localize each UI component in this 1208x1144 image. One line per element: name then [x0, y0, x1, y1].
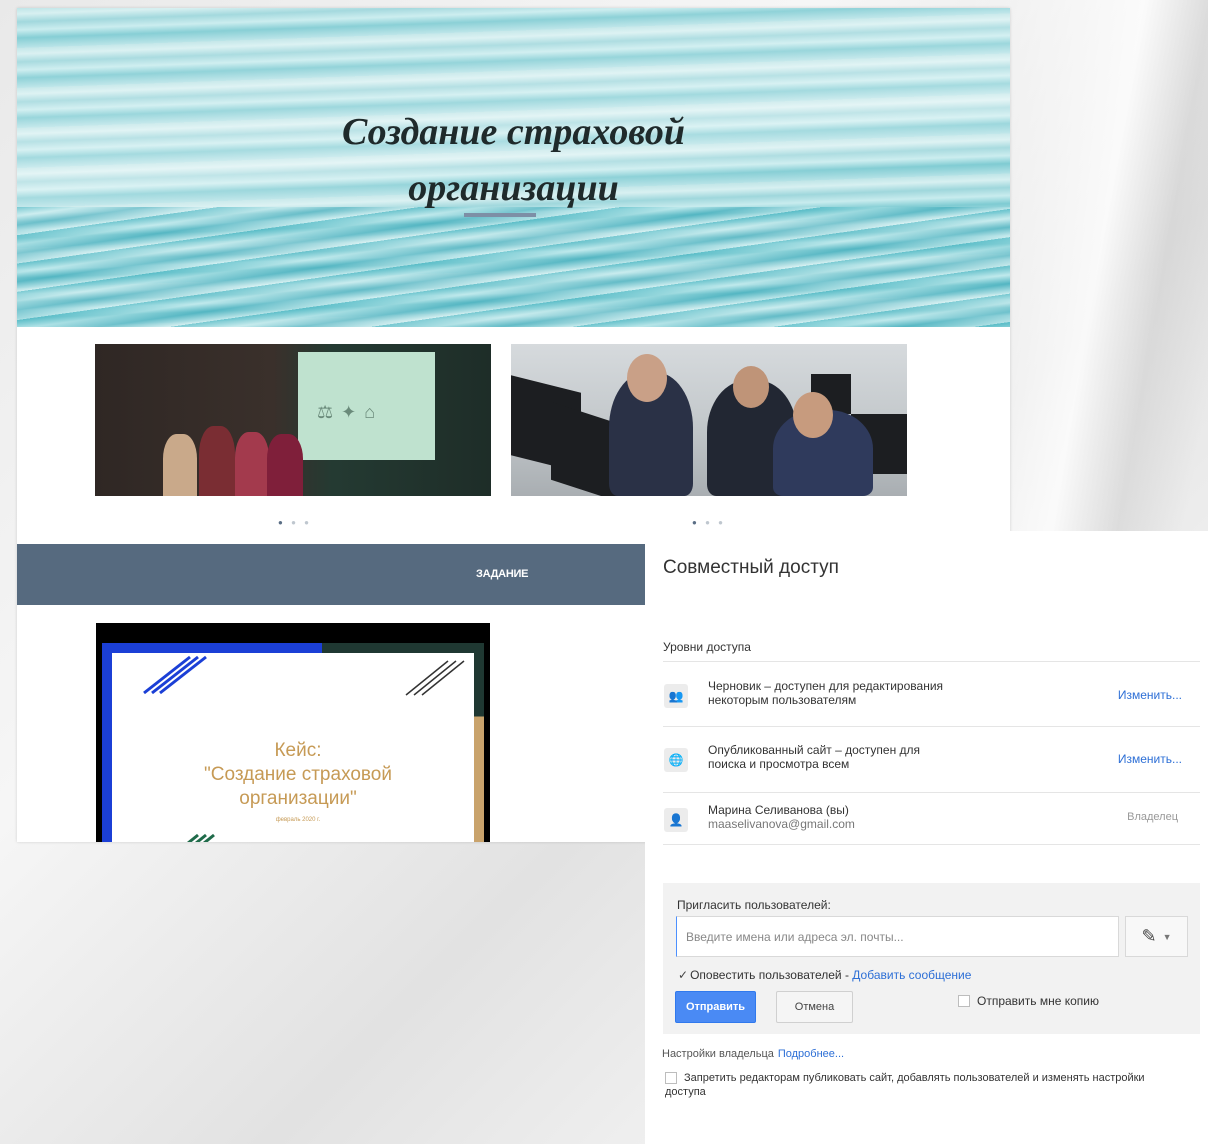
draft-permission-line1: Черновик – доступен для редактирования: [708, 679, 944, 693]
send-copy-checkbox[interactable]: [958, 995, 970, 1007]
send-button[interactable]: Отправить: [675, 991, 756, 1023]
restrict-editors-option[interactable]: Запретить редакторам публиковать сайт, д…: [665, 1071, 1185, 1099]
notify-users-label: Оповестить пользователей -: [690, 968, 853, 982]
screen-icons: ⚖✦⌂: [317, 402, 384, 422]
person-figure: [163, 434, 197, 496]
slide-title-line1: Кейс:: [274, 740, 322, 761]
access-levels-label: Уровни доступа: [663, 640, 751, 654]
people-icon: 👥: [664, 684, 688, 708]
owner-settings-label: Настройки владельца: [662, 1048, 774, 1060]
person-head: [793, 392, 833, 438]
send-copy-option[interactable]: Отправить мне копию: [958, 994, 1099, 1008]
published-permission-text: Опубликованный сайт – доступен для поиск…: [708, 743, 920, 771]
slide-title-line3: организации": [239, 788, 357, 809]
slide-hatch-decoration: [186, 833, 215, 842]
divider: [663, 844, 1200, 845]
divider: [663, 792, 1200, 793]
slide-preview[interactable]: Кейс: "Создание страховой организации" ф…: [96, 623, 490, 842]
title-underline: [464, 213, 536, 217]
owner-user-text: Марина Селиванова (вы) maaselivanova@gma…: [708, 803, 855, 831]
permission-dropdown-button[interactable]: ✎ ▼: [1125, 916, 1188, 957]
checkmark-icon: ✓: [678, 968, 689, 982]
person-figure: [199, 426, 235, 496]
person-head: [733, 366, 769, 408]
send-copy-label: Отправить мне копию: [977, 994, 1099, 1008]
person-figure: [235, 432, 269, 496]
site-title-line1: Создание страховой: [342, 111, 685, 153]
learn-more-link[interactable]: Подробнее...: [778, 1048, 844, 1060]
change-published-access-link[interactable]: Изменить...: [1118, 752, 1182, 766]
carousel-image-computer-lab[interactable]: [511, 344, 907, 496]
notify-users-option[interactable]: ✓ Оповестить пользователей - Добавить соо…: [678, 968, 971, 982]
slide-hatch-decoration: [143, 655, 207, 695]
invite-label: Пригласить пользователей:: [677, 898, 831, 912]
draft-permission-text: Черновик – доступен для редактирования н…: [708, 679, 943, 707]
sharing-dialog: Совместный доступ Уровни доступа 👥 Черно…: [645, 531, 1208, 1144]
draft-permission-line2: некоторым пользователям: [708, 693, 857, 707]
nav-item-zadanie[interactable]: ЗАДАНИЕ: [476, 568, 528, 580]
slide-title: Кейс: "Создание страховой организации": [112, 739, 484, 811]
carousel-dots[interactable]: ● ● ●: [692, 518, 726, 527]
dialog-title: Совместный доступ: [663, 557, 839, 578]
slide-content: Кейс: "Создание страховой организации" ф…: [102, 643, 484, 842]
slide-topbar: [112, 643, 484, 653]
globe-icon: 🌐: [664, 748, 688, 772]
change-draft-access-link[interactable]: Изменить...: [1118, 688, 1182, 702]
pencil-icon: ✎: [1141, 926, 1157, 946]
published-permission-line1: Опубликованный сайт – доступен для: [708, 743, 921, 757]
cancel-button[interactable]: Отмена: [776, 991, 853, 1023]
caret-down-icon: ▼: [1162, 931, 1172, 942]
invite-email-input[interactable]: [676, 916, 1119, 957]
owner-email: maaselivanova@gmail.com: [708, 817, 855, 831]
owner-settings: Настройки владельца Подробнее...: [662, 1048, 844, 1060]
carousel-image-presentation[interactable]: ⚖✦⌂: [95, 344, 491, 496]
person-figure: [267, 434, 303, 496]
add-message-link[interactable]: Добавить сообщение: [852, 968, 971, 982]
owner-role-label: Владелец: [1127, 811, 1178, 823]
owner-name: Марина Селиванова (вы): [708, 803, 849, 817]
slide-title-line2: "Создание страховой: [204, 764, 392, 785]
person-head: [627, 354, 667, 402]
slide-date: февраль 2020 г.: [275, 817, 321, 823]
person-icon: 👤: [664, 808, 688, 832]
slide-hatch-decoration: [405, 660, 465, 696]
divider: [663, 726, 1200, 727]
divider: [663, 661, 1200, 662]
published-permission-line2: поиска и просмотра всем: [708, 757, 850, 771]
carousel-dots[interactable]: ● ● ●: [278, 518, 312, 527]
invite-panel: Пригласить пользователей: ✎▼ ✓Оповестить…: [663, 883, 1200, 1034]
site-title: Создание страховой организации: [17, 104, 1010, 216]
restrict-editors-checkbox[interactable]: [665, 1072, 677, 1084]
restrict-editors-label: Запретить редакторам публиковать сайт, д…: [665, 1072, 1145, 1098]
site-title-line2: организации: [408, 167, 619, 209]
